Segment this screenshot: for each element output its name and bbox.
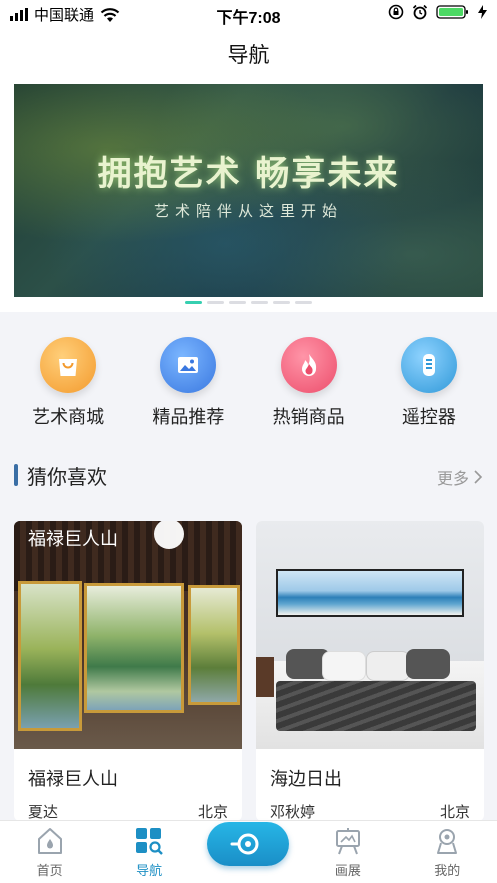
- battery-icon: [436, 5, 468, 19]
- banner-subtitle: 艺术陪伴从这里开始: [153, 202, 343, 220]
- flame-icon: [280, 337, 337, 393]
- center-action-button[interactable]: [207, 822, 290, 866]
- product-city: 北京: [439, 803, 470, 821]
- category-label: 热销商品: [272, 407, 345, 428]
- section-title: 猜你喜欢: [27, 465, 107, 489]
- user-badge-icon: [407, 824, 487, 858]
- easel-icon: [308, 824, 388, 858]
- product-list: 福禄巨人山 福禄巨人山 夏达 北京 海边日出 邓秋婷 北京: [14, 521, 484, 821]
- remote-eye-icon: [230, 833, 259, 855]
- status-right: [388, 4, 487, 20]
- tab-label: 首页: [36, 864, 63, 879]
- product-title: 海边日出: [270, 769, 342, 790]
- section-header: 猜你喜欢 更多: [0, 455, 497, 495]
- banner-title: 拥抱艺术 畅享未来: [97, 154, 400, 194]
- nav-bar: 导航: [0, 28, 497, 82]
- alarm-icon: [412, 4, 428, 20]
- tab-label: 我的: [434, 864, 461, 879]
- remote-control-icon: [400, 337, 457, 393]
- tab-center[interactable]: [207, 816, 290, 879]
- product-title: 福禄巨人山: [28, 769, 118, 790]
- banner-carousel[interactable]: 拥抱艺术 畅享未来 艺术陪伴从这里开始: [14, 84, 483, 297]
- tab-profile[interactable]: 我的: [407, 824, 487, 879]
- carousel-dot[interactable]: [229, 301, 246, 304]
- tab-exhibition[interactable]: 画展: [308, 824, 388, 879]
- carousel-dots: [0, 301, 497, 304]
- product-card[interactable]: 福禄巨人山 福禄巨人山 夏达 北京: [14, 521, 242, 821]
- carousel-dot[interactable]: [185, 301, 202, 304]
- charging-icon: [478, 5, 487, 19]
- product-card[interactable]: 海边日出 邓秋婷 北京: [256, 521, 484, 821]
- banner-section: 拥抱艺术 畅享未来 艺术陪伴从这里开始: [0, 82, 497, 312]
- product-author: 夏达: [28, 803, 59, 821]
- carousel-dot[interactable]: [273, 301, 290, 304]
- category-row: 艺术商城 精品推荐 热销商品 遥控器: [0, 322, 497, 440]
- product-image: 福禄巨人山: [14, 521, 242, 749]
- tab-bar: 首页 导航 画展 我的: [0, 820, 497, 883]
- home-icon: [10, 824, 90, 858]
- chevron-right-icon: [474, 470, 483, 484]
- more-label: 更多: [436, 469, 469, 488]
- category-label: 精品推荐: [152, 407, 225, 428]
- tab-navigation[interactable]: 导航: [109, 824, 189, 879]
- category-label: 遥控器: [401, 407, 456, 428]
- category-art-mall[interactable]: 艺术商城: [13, 322, 123, 440]
- carousel-dot[interactable]: [251, 301, 268, 304]
- category-remote-control[interactable]: 遥控器: [374, 322, 484, 440]
- grid-search-icon: [109, 824, 189, 858]
- tab-home[interactable]: 首页: [10, 824, 90, 879]
- section-accent-bar: [14, 464, 18, 486]
- shopping-bag-icon: [40, 337, 97, 393]
- product-image-caption: 福禄巨人山: [28, 529, 118, 550]
- page-title: 导航: [227, 43, 270, 67]
- category-recommended[interactable]: 精品推荐: [133, 322, 243, 440]
- carousel-dot[interactable]: [207, 301, 224, 304]
- picture-icon: [160, 337, 217, 393]
- product-image: [256, 521, 484, 749]
- tab-label: 导航: [136, 864, 163, 879]
- carousel-dot[interactable]: [295, 301, 312, 304]
- status-bar: 中国联通 下午7:08: [0, 0, 497, 28]
- category-hot-sale[interactable]: 热销商品: [254, 322, 364, 440]
- tab-label: 画展: [334, 864, 361, 879]
- rotation-lock-icon: [388, 4, 404, 20]
- more-link[interactable]: 更多: [437, 465, 483, 489]
- category-label: 艺术商城: [32, 407, 105, 428]
